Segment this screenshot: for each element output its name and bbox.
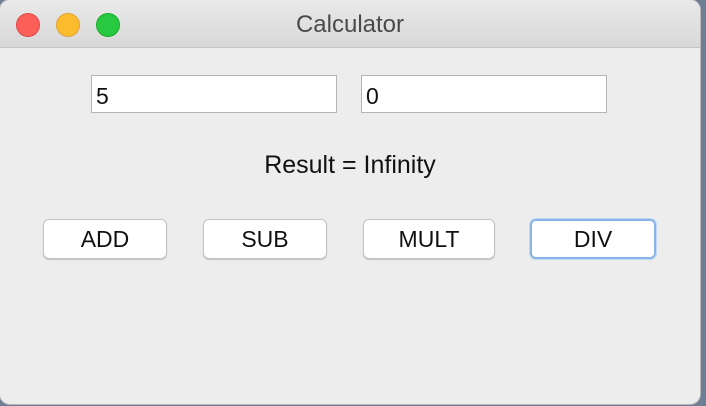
div-button[interactable]: DIV <box>530 219 656 259</box>
mult-button[interactable]: MULT <box>363 219 495 259</box>
calculator-window: Calculator Result = Infinity ADD SUB MUL… <box>0 0 700 404</box>
window-title: Calculator <box>295 11 405 38</box>
first-number-input[interactable] <box>91 75 337 113</box>
sub-button[interactable]: SUB <box>203 219 327 259</box>
title-bar[interactable]: Calculator <box>0 0 700 48</box>
second-number-input[interactable] <box>361 75 607 113</box>
add-button[interactable]: ADD <box>43 219 167 259</box>
result-label: Result = Infinity <box>264 151 436 179</box>
